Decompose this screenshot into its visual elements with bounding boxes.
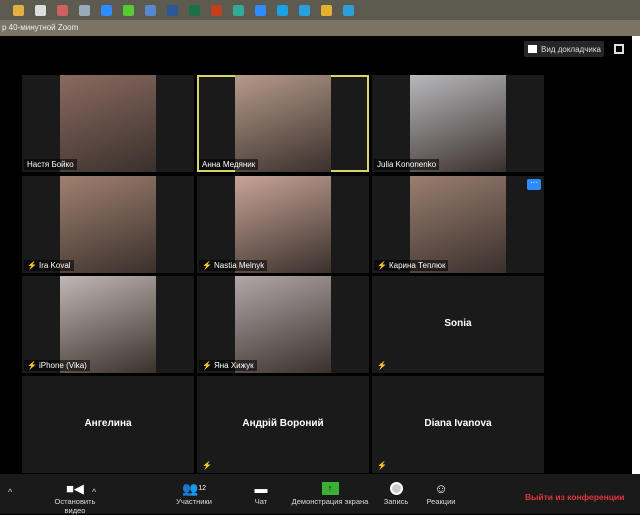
participant-name-tag: Настя Бойко: [24, 159, 77, 170]
participant-name: Nastia Melnyk: [213, 261, 265, 270]
chat-icon: ▬: [254, 481, 268, 496]
paint-icon[interactable]: [57, 4, 68, 16]
participant-tile[interactable]: Анна Медяник: [197, 75, 369, 172]
muted-mic-icon: ⚡: [27, 261, 37, 270]
powerpoint-icon[interactable]: [211, 4, 222, 16]
participant-tile[interactable]: ⚡ Nastia Melnyk: [197, 176, 369, 273]
participant-name: Julia Kononenko: [377, 160, 437, 169]
more-options-button[interactable]: ···: [527, 179, 541, 190]
participant-name-tag: ⚡ Яна Хижук: [199, 360, 257, 371]
participant-name: Карина Теплюк: [388, 261, 446, 270]
file-explorer-icon[interactable]: [13, 4, 24, 16]
participants-icon: 👥 12: [182, 480, 206, 496]
chat-button[interactable]: ▬ Чат: [248, 480, 274, 506]
mute-indicator: ⚡: [374, 460, 390, 471]
participant-name-tag: Julia Kononenko: [374, 159, 440, 170]
participant-tile[interactable]: Julia Kononenko: [372, 75, 544, 172]
zoom-icon[interactable]: [255, 4, 266, 16]
mute-indicator: ⚡: [199, 460, 215, 471]
participant-tile[interactable]: ⚡ iPhone (Vika): [22, 276, 194, 373]
record-button[interactable]: Запись: [380, 480, 412, 506]
mute-indicator: ⚡: [374, 360, 390, 371]
participant-name: Анна Медяник: [202, 160, 256, 169]
utorrent-icon[interactable]: [123, 4, 134, 16]
participant-video: [234, 75, 332, 172]
participant-video: [409, 176, 507, 273]
participant-tile[interactable]: Sonia ⚡: [372, 276, 544, 373]
video-options-caret-icon[interactable]: ^: [92, 487, 96, 497]
participant-name: Ira Koval: [38, 261, 71, 270]
reactions-label: Реакции: [426, 497, 456, 506]
speaker-view-button[interactable]: Вид докладчика: [524, 41, 604, 57]
share-screen-label: Демонстрация экрана: [291, 497, 369, 506]
participant-name: iPhone (Vika): [38, 361, 87, 370]
participant-video: [59, 75, 157, 172]
participant-video: [234, 276, 332, 373]
telegram-icon[interactable]: [299, 4, 310, 16]
excel-icon[interactable]: [189, 4, 200, 16]
participants-label: Участники: [176, 497, 212, 506]
participant-video: [59, 176, 157, 273]
muted-mic-icon: ⚡: [202, 361, 212, 370]
participant-name: Андрій Вороний: [242, 418, 324, 429]
telegram-2-icon[interactable]: [343, 4, 354, 16]
participant-name-tag: ⚡ Ira Koval: [24, 260, 74, 271]
participant-name-tag: ⚡ Карина Теплюк: [374, 260, 449, 271]
participant-tile[interactable]: ⚡ Яна Хижук: [197, 276, 369, 373]
speaker-view-label: Вид докладчика: [541, 44, 601, 54]
calculator-icon[interactable]: [35, 4, 46, 16]
muted-mic-icon: ⚡: [377, 361, 387, 370]
meeting-toolbar: ^ ■◀ Остановить видео ^ 👥 12 Участники ▬ Чат…: [0, 474, 640, 515]
participants-button[interactable]: 👥 12 Участники: [172, 480, 216, 507]
muted-mic-icon: ⚡: [27, 361, 37, 370]
participant-name: Diana Ivanova: [424, 418, 492, 429]
share-screen-icon: ↑: [288, 480, 372, 497]
participant-video: [409, 75, 507, 172]
windows-taskbar: [0, 0, 640, 20]
participants-count: 12: [198, 485, 206, 492]
reactions-button[interactable]: ☺ Реакции: [422, 480, 460, 506]
leave-meeting-button[interactable]: Выйти из конференции: [525, 492, 624, 502]
record-icon: [380, 480, 412, 497]
participant-tile[interactable]: ⚡ Ira Koval: [22, 176, 194, 273]
window-title: р 40-минутной Zoom: [0, 20, 640, 36]
skype-icon[interactable]: [277, 4, 288, 16]
grid-icon: [528, 45, 537, 53]
participant-tile[interactable]: Ангелина: [22, 376, 194, 473]
stop-video-button[interactable]: ■◀ Остановить видео: [44, 480, 106, 515]
participant-name-tag: Анна Медяник: [199, 159, 259, 170]
reactions-icon: ☺: [434, 481, 448, 496]
participant-tile[interactable]: Diana Ivanova ⚡: [372, 376, 544, 473]
notepad-icon[interactable]: [79, 4, 90, 16]
video-camera-icon: ■◀: [66, 480, 84, 496]
participant-tile[interactable]: Настя Бойко: [22, 75, 194, 172]
muted-mic-icon: ⚡: [202, 261, 212, 270]
antivirus-icon[interactable]: [145, 4, 156, 16]
participant-name-tag: ⚡ Nastia Melnyk: [199, 260, 268, 271]
share-screen-button[interactable]: ↑ Демонстрация экрана: [288, 480, 372, 506]
chat-label: Чат: [254, 497, 268, 506]
record-label: Запись: [383, 497, 409, 506]
teamviewer-icon[interactable]: [101, 4, 112, 16]
participant-name: Ангелина: [84, 418, 132, 429]
participant-tile[interactable]: Андрій Вороний ⚡: [197, 376, 369, 473]
participant-name-tag: ⚡ iPhone (Vika): [24, 360, 90, 371]
muted-mic-icon: ⚡: [377, 261, 387, 270]
muted-mic-icon: ⚡: [202, 461, 212, 470]
participant-video: [234, 176, 332, 273]
word-icon[interactable]: [167, 4, 178, 16]
stop-video-label: Остановить видео: [54, 497, 96, 515]
participant-tile[interactable]: ⚡ Карина Теплюк ···: [372, 176, 544, 273]
muted-mic-icon: ⚡: [377, 461, 387, 470]
chrome-icon[interactable]: [321, 4, 332, 16]
fullscreen-icon[interactable]: [614, 44, 624, 54]
edge-icon[interactable]: [233, 4, 244, 16]
window-edge: [632, 36, 640, 474]
participant-video: [59, 276, 157, 373]
participant-name: Яна Хижук: [213, 361, 254, 370]
participant-name: Настя Бойко: [27, 160, 74, 169]
participant-name: Sonia: [444, 318, 472, 329]
audio-options-caret-icon[interactable]: ^: [8, 487, 12, 497]
